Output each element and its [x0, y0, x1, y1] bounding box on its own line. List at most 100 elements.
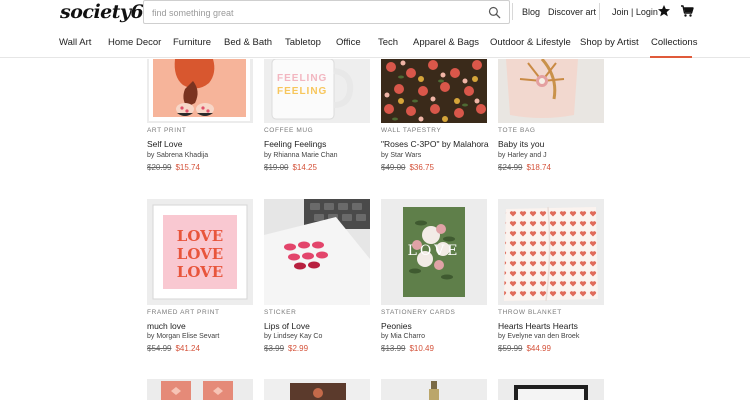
sale-price: $15.74 — [175, 163, 200, 172]
product-card[interactable]: LOVE STATIONERY CARDS Peonies by Mia Cha… — [381, 199, 487, 359]
mug-art-text: FEELING — [277, 73, 327, 84]
product-title[interactable]: Self Love — [147, 139, 182, 149]
product-price: $49.00 $36.75 — [381, 163, 434, 172]
product-image[interactable] — [381, 59, 487, 123]
cart-icon[interactable] — [680, 4, 694, 18]
sale-price: $10.49 — [409, 344, 434, 353]
product-category: COFFEE MUG — [264, 127, 314, 134]
nav-home-decor[interactable]: Home Decor — [108, 37, 161, 48]
svg-text:LOVE: LOVE — [177, 263, 223, 281]
product-price: $24.99 $18.74 — [498, 163, 551, 172]
original-price: $19.00 — [264, 163, 289, 172]
sale-price: $2.99 — [288, 344, 309, 353]
product-price: $54.99 $41.24 — [147, 344, 200, 353]
nav-outdoor-lifestyle[interactable]: Outdoor & Lifestyle — [490, 37, 571, 48]
product-title[interactable]: "Roses C-3PO" by Malahora — [381, 139, 489, 149]
nav-tech[interactable]: Tech — [378, 37, 398, 48]
wall-tapestry-image — [381, 59, 487, 123]
product-image[interactable] — [264, 199, 370, 305]
original-price: $3.99 — [264, 344, 285, 353]
product-card[interactable] — [498, 379, 604, 400]
product-card[interactable] — [147, 379, 253, 400]
divider — [512, 3, 513, 20]
product-card[interactable] — [381, 379, 487, 400]
join-login-link[interactable]: Join | Login — [612, 7, 658, 17]
search-icon[interactable] — [488, 6, 501, 19]
nav-furniture[interactable]: Furniture — [173, 37, 211, 48]
nav-wall-art[interactable]: Wall Art — [59, 37, 91, 48]
product-category: STICKER — [264, 309, 297, 316]
product-card[interactable]: LOVE LOVE LOVE FRAMED ART PRINT much lov… — [147, 199, 253, 359]
discover-art-link[interactable]: Discover art — [548, 7, 596, 17]
svg-text:FEELING: FEELING — [277, 86, 327, 97]
svg-text:LOVE: LOVE — [177, 245, 223, 263]
product-image[interactable] — [498, 59, 604, 123]
nav-collections[interactable]: Collections — [651, 37, 697, 48]
product-thumbnail — [264, 379, 370, 400]
product-category: STATIONERY CARDS — [381, 309, 456, 316]
product-image[interactable] — [147, 59, 253, 123]
nav-bed-bath[interactable]: Bed & Bath — [224, 37, 272, 48]
product-title[interactable]: Lips of Love — [264, 321, 310, 331]
product-card[interactable]: STICKER Lips of Love by Lindsey Kay Co $… — [264, 199, 370, 359]
nav-office[interactable]: Office — [336, 37, 361, 48]
love-print-text: LOVE — [177, 227, 223, 245]
original-price: $49.00 — [381, 163, 406, 172]
product-image[interactable]: LOVE — [381, 199, 487, 305]
original-price: $13.99 — [381, 344, 406, 353]
product-artist[interactable]: by Lindsey Kay Co — [264, 333, 322, 340]
logo[interactable]: society6 — [60, 1, 144, 23]
product-artist[interactable]: by Mia Charro — [381, 333, 425, 340]
product-title[interactable]: Hearts Hearts Hearts — [498, 321, 578, 331]
product-category: FRAMED ART PRINT — [147, 309, 220, 316]
original-price: $24.99 — [498, 163, 523, 172]
star-icon[interactable] — [657, 4, 671, 18]
nav-active-indicator — [650, 56, 692, 58]
product-card[interactable]: FEELING FEELING COFFEE MUG Feeling Feeli… — [264, 59, 370, 179]
main-nav: Wall Art Home Decor Furniture Bed & Bath… — [0, 26, 750, 58]
product-artist[interactable]: by Star Wars — [381, 152, 421, 159]
product-title[interactable]: Feeling Feelings — [264, 139, 326, 149]
blog-link[interactable]: Blog — [522, 7, 540, 17]
sale-price: $36.75 — [409, 163, 434, 172]
original-price: $20.99 — [147, 163, 172, 172]
product-category: TOTE BAG — [498, 127, 536, 134]
product-title[interactable]: much love — [147, 321, 186, 331]
product-artist[interactable]: by Rhianna Marie Chan — [264, 152, 338, 159]
product-category: ART PRINT — [147, 127, 187, 134]
product-price: $13.99 $10.49 — [381, 344, 434, 353]
product-card[interactable]: WALL TAPESTRY "Roses C-3PO" by Malahora … — [381, 59, 489, 179]
product-category: WALL TAPESTRY — [381, 127, 442, 134]
search-input[interactable] — [152, 5, 472, 20]
product-image[interactable] — [147, 379, 253, 400]
framed-art-print-image: LOVE LOVE LOVE — [147, 199, 253, 305]
product-artist[interactable]: by Evelyne van den Broek — [498, 333, 579, 340]
original-price: $54.99 — [147, 344, 172, 353]
product-title[interactable]: Baby its you — [498, 139, 544, 149]
nav-shop-by-artist[interactable]: Shop by Artist — [580, 37, 639, 48]
product-price: $59.99 $44.99 — [498, 344, 551, 353]
product-artist[interactable]: by Morgan Elise Sevart — [147, 333, 219, 340]
nav-apparel-bags[interactable]: Apparel & Bags — [413, 37, 479, 48]
product-card[interactable]: ART PRINT Self Love by Sabrena Khadija $… — [147, 59, 253, 179]
product-thumbnail — [498, 379, 604, 400]
product-artist[interactable]: by Sabrena Khadija — [147, 152, 208, 159]
card-art-text: LOVE — [408, 243, 461, 259]
search-box — [143, 0, 510, 24]
product-image[interactable] — [498, 379, 604, 400]
product-card[interactable]: THROW BLANKET Hearts Hearts Hearts by Ev… — [498, 199, 604, 359]
product-artist[interactable]: by Harley and J — [498, 152, 547, 159]
sale-price: $41.24 — [175, 344, 200, 353]
product-card[interactable] — [264, 379, 370, 400]
product-image[interactable]: LOVE LOVE LOVE — [147, 199, 253, 305]
sticker-image — [264, 199, 370, 305]
product-image[interactable] — [498, 199, 604, 305]
product-image[interactable] — [381, 379, 487, 400]
product-image[interactable] — [264, 379, 370, 400]
nav-tabletop[interactable]: Tabletop — [285, 37, 321, 48]
product-category: THROW BLANKET — [498, 309, 562, 316]
sale-price: $14.25 — [292, 163, 317, 172]
product-title[interactable]: Peonies — [381, 321, 412, 331]
product-image[interactable]: FEELING FEELING — [264, 59, 370, 123]
product-card[interactable]: TOTE BAG Baby its you by Harley and J $2… — [498, 59, 604, 179]
